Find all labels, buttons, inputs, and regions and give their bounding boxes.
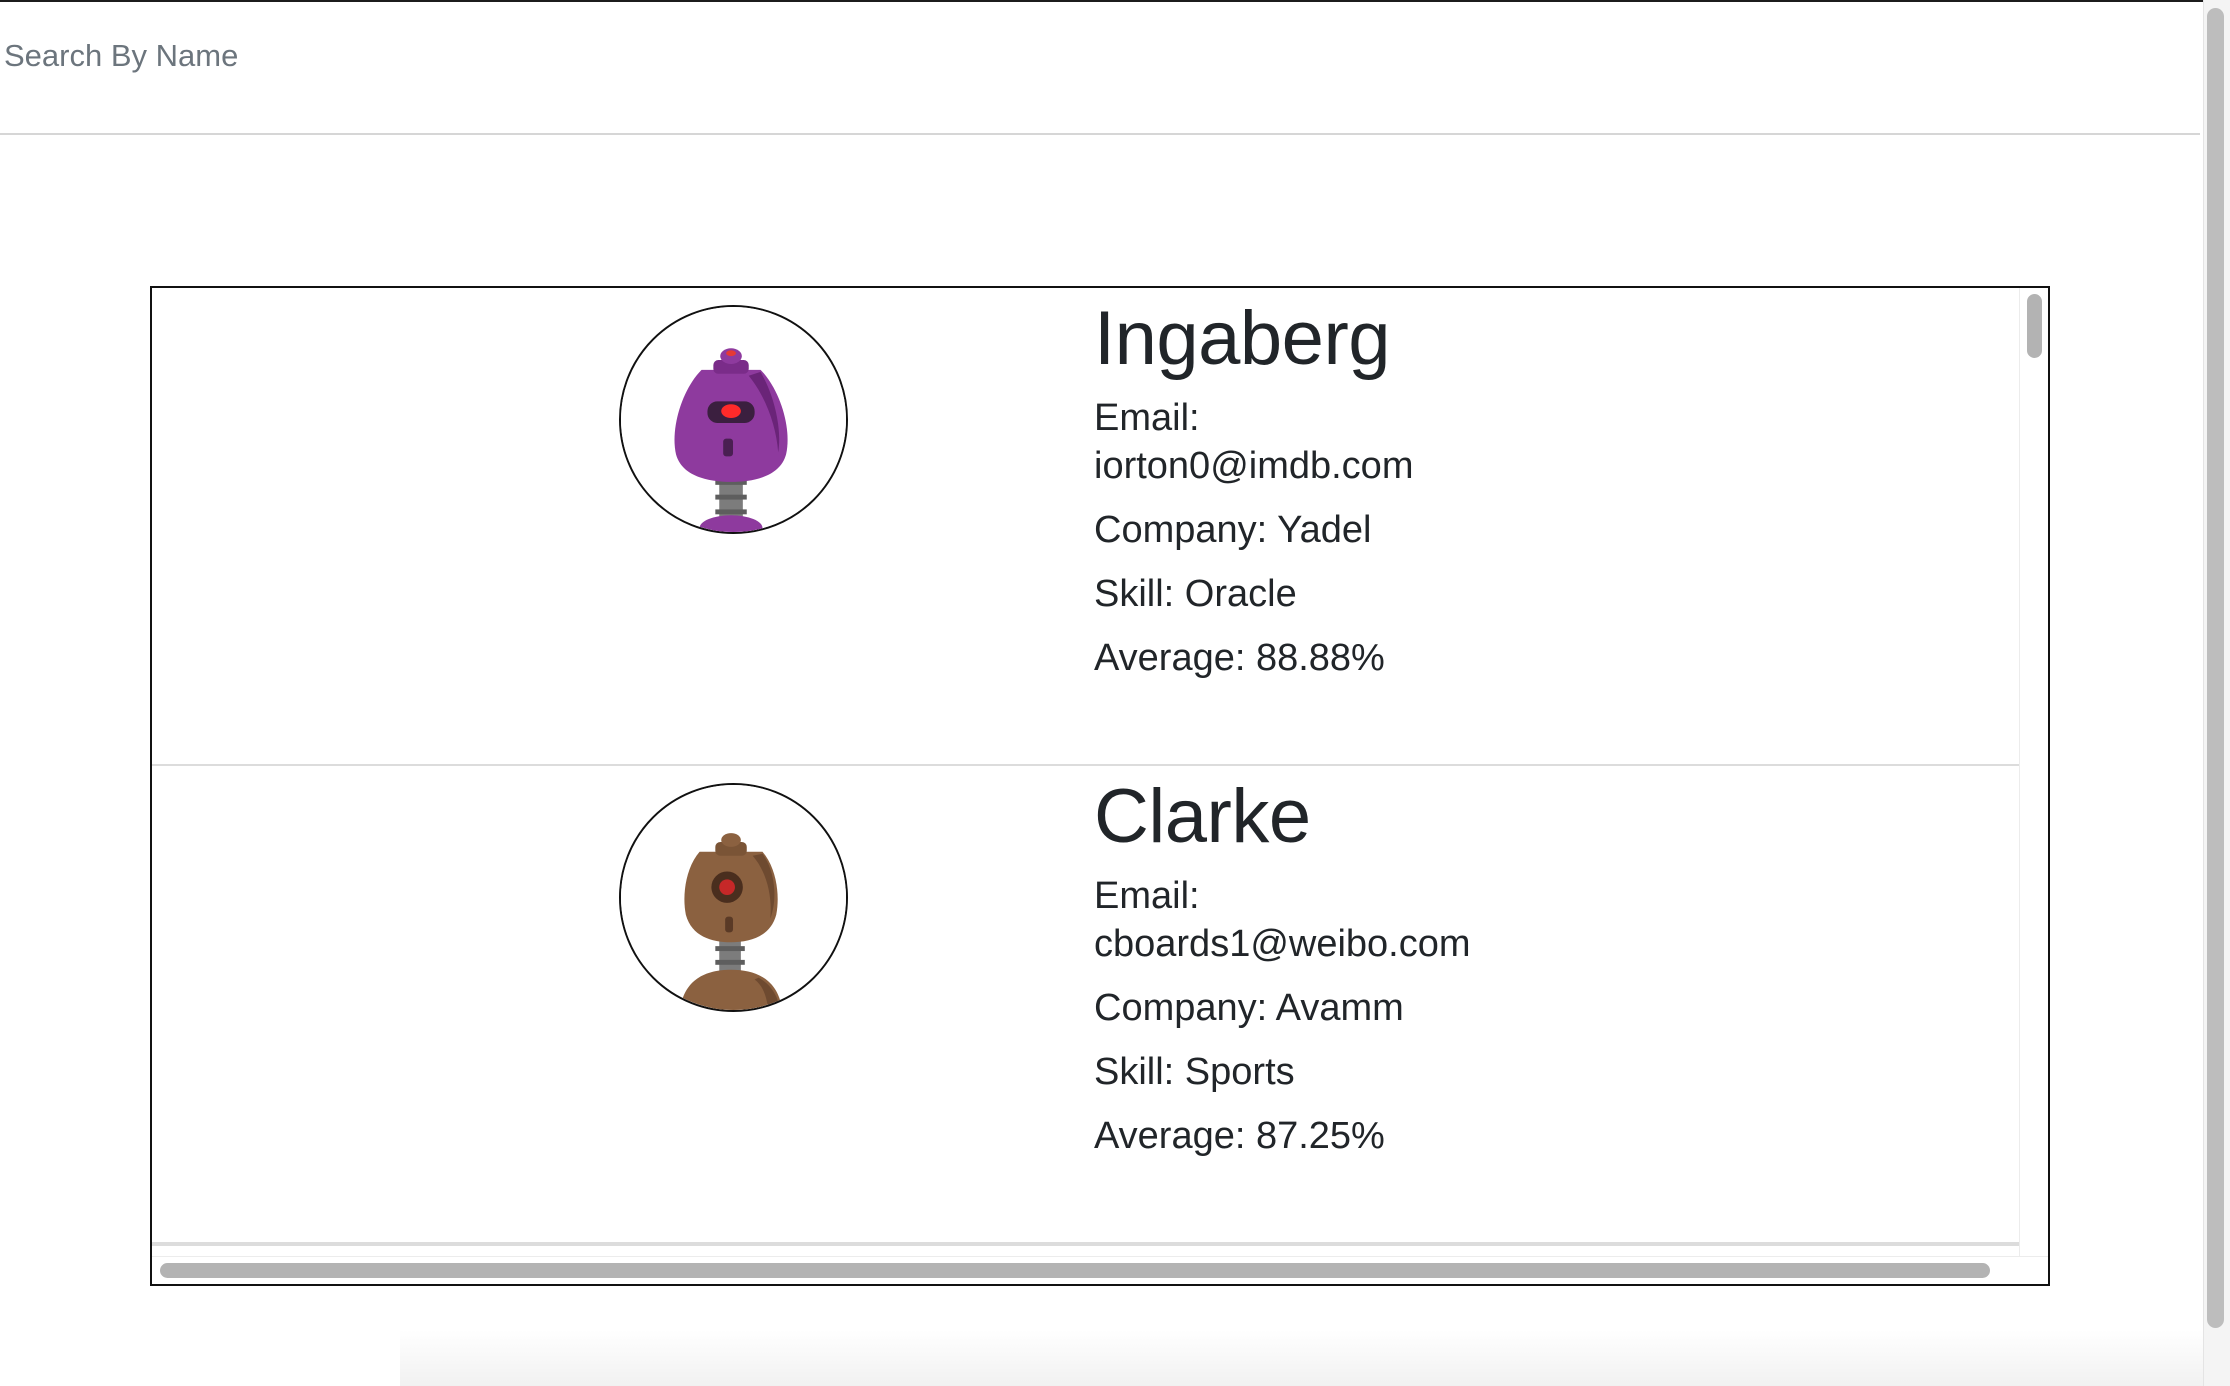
email-value: cboards1@weibo.com bbox=[1094, 923, 1471, 965]
email-row: Email: cboards1@weibo.com bbox=[1094, 872, 1794, 968]
company-label: Company: bbox=[1094, 509, 1268, 551]
skill-value: Sports bbox=[1184, 1051, 1295, 1093]
company-label: Company: bbox=[1094, 987, 1268, 1029]
company-row: Company: Yadel bbox=[1094, 506, 1794, 554]
search-bar bbox=[0, 2, 2200, 135]
skill-label: Skill: bbox=[1094, 573, 1175, 615]
avatar bbox=[619, 305, 848, 534]
company-row: Company: Avamm bbox=[1094, 984, 1794, 1032]
page-vertical-scroll-thumb[interactable] bbox=[2207, 8, 2224, 1328]
student-card: Ingaberg Email: iorton0@imdb.com Company… bbox=[152, 288, 2019, 766]
list-vertical-scroll-thumb[interactable] bbox=[2027, 294, 2042, 358]
student-card-partial bbox=[152, 1244, 2019, 1256]
average-value: 87.25% bbox=[1255, 1115, 1385, 1157]
average-row: Average: 87.25% bbox=[1094, 1112, 1794, 1160]
student-name: Ingaberg bbox=[1094, 296, 1391, 381]
email-label: Email: bbox=[1094, 875, 1200, 917]
skill-row: Skill: Oracle bbox=[1094, 570, 1794, 618]
email-value: iorton0@imdb.com bbox=[1094, 445, 1414, 487]
skill-label: Skill: bbox=[1094, 1051, 1175, 1093]
search-input[interactable] bbox=[0, 16, 2180, 96]
average-value: 88.88% bbox=[1255, 637, 1385, 679]
student-list-container: Ingaberg Email: iorton0@imdb.com Company… bbox=[150, 286, 2050, 1286]
skill-value: Oracle bbox=[1184, 573, 1297, 615]
bottom-shadow bbox=[400, 1330, 2203, 1386]
email-label: Email: bbox=[1094, 397, 1200, 439]
company-value: Avamm bbox=[1275, 987, 1404, 1029]
list-horizontal-scroll-thumb[interactable] bbox=[160, 1263, 1990, 1278]
average-row: Average: 88.88% bbox=[1094, 634, 1794, 682]
avatar bbox=[619, 783, 848, 1012]
brown-robot-icon bbox=[621, 785, 846, 1010]
email-row: Email: iorton0@imdb.com bbox=[1094, 394, 1794, 490]
company-value: Yadel bbox=[1277, 509, 1372, 551]
student-list-viewport: Ingaberg Email: iorton0@imdb.com Company… bbox=[152, 288, 2019, 1256]
average-label: Average: bbox=[1094, 1115, 1246, 1157]
purple-robot-icon bbox=[621, 307, 846, 532]
skill-row: Skill: Sports bbox=[1094, 1048, 1794, 1096]
student-card: Clarke Email: cboards1@weibo.com Company… bbox=[152, 766, 2019, 1244]
student-name: Clarke bbox=[1094, 774, 1311, 859]
list-vertical-scrollbar[interactable] bbox=[2019, 288, 2048, 1256]
student-info: Clarke Email: cboards1@weibo.com Company… bbox=[1094, 774, 1794, 1176]
student-info: Ingaberg Email: iorton0@imdb.com Company… bbox=[1094, 296, 1794, 698]
student-directory-page: Ingaberg Email: iorton0@imdb.com Company… bbox=[0, 0, 2230, 1386]
average-label: Average: bbox=[1094, 637, 1246, 679]
